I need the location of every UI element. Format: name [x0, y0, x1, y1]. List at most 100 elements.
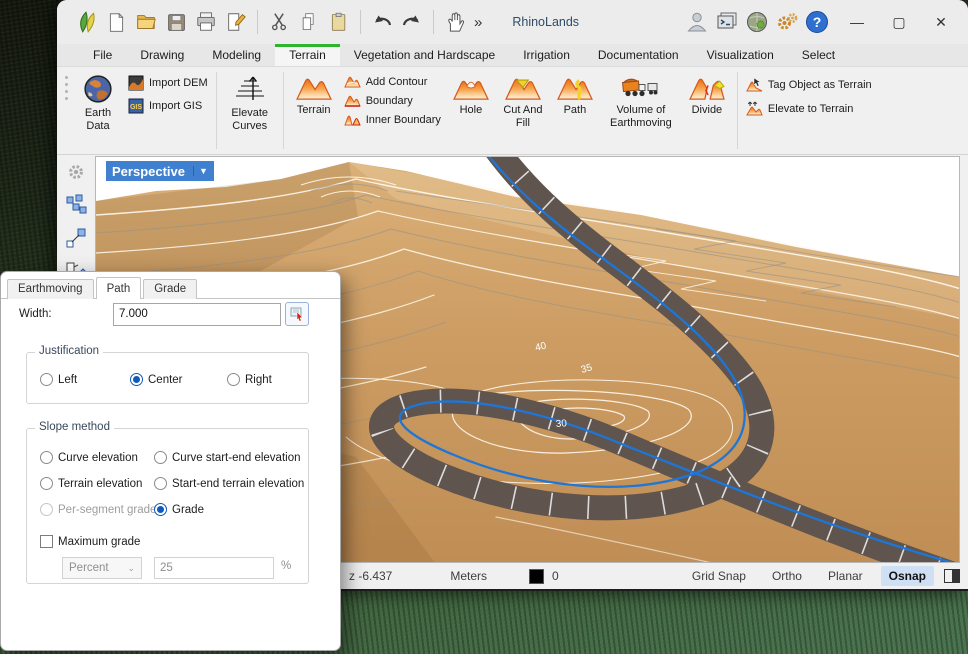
pick-cursor-icon — [290, 307, 305, 322]
import-gis-button[interactable]: GIS Import GIS — [124, 97, 212, 115]
inner-boundary-icon — [344, 113, 361, 126]
pan-hand-button[interactable] — [441, 8, 469, 36]
volume-of-earthmoving-button[interactable]: Volume of Earthmoving — [601, 70, 681, 151]
maximum-grade-checkbox[interactable]: Maximum grade — [40, 535, 140, 548]
dump-truck-icon — [621, 74, 661, 101]
save-button[interactable] — [162, 8, 190, 36]
maximize-button[interactable]: ▢ — [882, 8, 916, 36]
blocks-tool-icon[interactable] — [64, 193, 88, 217]
viewport-dropdown-icon[interactable]: ▼ — [193, 166, 208, 176]
inner-boundary-button[interactable]: Inner Boundary — [340, 112, 445, 127]
dialog-tab-strip: Earthmoving Path Grade — [7, 274, 199, 299]
radio-right[interactable]: Right — [227, 373, 272, 386]
tab-drawing[interactable]: Drawing — [126, 44, 198, 66]
toolbar-separator — [360, 10, 361, 34]
account-icon[interactable] — [683, 8, 711, 36]
paste-button[interactable] — [325, 8, 353, 36]
add-contour-button[interactable]: Add Contour — [340, 74, 445, 89]
path-button[interactable]: Path — [549, 70, 601, 151]
width-input[interactable] — [113, 303, 281, 326]
tab-vegetation-hardscape[interactable]: Vegetation and Hardscape — [340, 44, 509, 66]
ribbon-separator — [216, 72, 217, 149]
tab-grade[interactable]: Grade — [143, 279, 197, 299]
radio-per-segment-grade: Per-segment grade — [40, 503, 156, 516]
elevate-to-terrain-button[interactable]: Elevate to Terrain — [742, 100, 876, 117]
help-icon[interactable]: ? — [803, 8, 831, 36]
units-indicator[interactable]: Meters — [450, 569, 487, 583]
tag-object-icon — [746, 77, 763, 92]
new-file-button[interactable] — [102, 8, 130, 36]
terrain-mountains-icon — [296, 74, 332, 101]
minimize-button[interactable]: — — [840, 8, 874, 36]
cut-and-fill-button[interactable]: Cut And Fill — [497, 70, 549, 151]
svg-text:?: ? — [813, 14, 822, 30]
radio-center[interactable]: Center — [130, 373, 183, 386]
viewport-title[interactable]: Perspective ▼ — [106, 161, 214, 181]
more-tools-button[interactable]: » — [470, 14, 486, 31]
ribbon-terrain-panel: Earth Data Import DEM GIS Import GIS — [57, 67, 968, 155]
divide-icon — [689, 74, 725, 101]
hole-icon — [453, 74, 489, 101]
grade-unit-select[interactable]: Percent ⌄ — [62, 557, 142, 579]
osnap-toggle[interactable]: Osnap — [881, 566, 934, 586]
command-console-icon[interactable] — [713, 8, 741, 36]
radio-curve-elevation[interactable]: Curve elevation — [40, 451, 138, 464]
panel-gear-icon[interactable] — [64, 160, 88, 184]
titlebar: » RhinoLands ? — ▢ ✕ — [57, 0, 968, 44]
dem-image-icon — [128, 75, 144, 91]
tab-select[interactable]: Select — [788, 44, 849, 66]
slope-method-group: Slope method Curve elevation Curve start… — [26, 428, 309, 584]
tab-documentation[interactable]: Documentation — [584, 44, 693, 66]
toolbar-separator — [257, 10, 258, 34]
gis-badge-icon: GIS — [128, 98, 144, 114]
elevate-curves-button[interactable]: Elevate Curves — [221, 70, 279, 151]
hole-button[interactable]: Hole — [445, 70, 497, 151]
tag-object-as-terrain-button[interactable]: Tag Object as Terrain — [742, 76, 876, 93]
radio-left[interactable]: Left — [40, 373, 77, 386]
earth-data-button[interactable]: Earth Data — [72, 70, 124, 151]
undo-button[interactable] — [368, 8, 396, 36]
justification-legend: Justification — [35, 345, 103, 357]
app-logo-icon — [72, 8, 100, 36]
radio-start-end-terrain-elevation[interactable]: Start-end terrain elevation — [154, 477, 304, 490]
close-button[interactable]: ✕ — [924, 8, 958, 36]
max-grade-input[interactable] — [154, 557, 274, 579]
ribbon-separator — [737, 72, 738, 149]
terrain-button[interactable]: Terrain — [288, 70, 340, 151]
elevate-curves-icon — [233, 74, 267, 104]
scale-tool-icon[interactable] — [64, 226, 88, 250]
slope-method-legend: Slope method — [35, 421, 114, 433]
radio-terrain-elevation[interactable]: Terrain elevation — [40, 477, 142, 490]
ribbon-tab-strip: File Drawing Modeling Terrain Vegetation… — [57, 44, 968, 67]
print-button[interactable] — [192, 8, 220, 36]
cut-button[interactable] — [265, 8, 293, 36]
tab-terrain[interactable]: Terrain — [275, 44, 340, 66]
import-dem-button[interactable]: Import DEM — [124, 74, 212, 92]
radio-curve-start-end-elevation[interactable]: Curve start-end elevation — [154, 451, 300, 464]
edit-note-button[interactable] — [222, 8, 250, 36]
panel-layout-icon[interactable] — [944, 569, 960, 583]
tab-visualization[interactable]: Visualization — [693, 44, 788, 66]
boundary-button[interactable]: Boundary — [340, 93, 445, 108]
open-file-button[interactable] — [132, 8, 160, 36]
tab-modeling[interactable]: Modeling — [198, 44, 275, 66]
planar-toggle[interactable]: Planar — [820, 566, 871, 586]
divide-button[interactable]: Divide — [681, 70, 733, 151]
layer-color-swatch[interactable] — [529, 569, 544, 584]
ribbon-grip-handle[interactable] — [63, 70, 72, 151]
tab-irrigation[interactable]: Irrigation — [509, 44, 584, 66]
earth-anchor-icon[interactable] — [743, 8, 771, 36]
grid-snap-toggle[interactable]: Grid Snap — [684, 566, 754, 586]
svg-text:GIS: GIS — [130, 104, 142, 111]
tab-file[interactable]: File — [79, 44, 126, 66]
pick-width-button[interactable] — [285, 302, 309, 326]
tab-path[interactable]: Path — [96, 277, 142, 299]
ortho-toggle[interactable]: Ortho — [764, 566, 810, 586]
layer-name[interactable]: 0 — [552, 569, 559, 583]
z-coordinate: z -6.437 — [349, 569, 392, 583]
copy-button[interactable] — [295, 8, 323, 36]
radio-grade[interactable]: Grade — [154, 503, 204, 516]
tab-earthmoving[interactable]: Earthmoving — [7, 279, 94, 299]
settings-gears-icon[interactable] — [773, 8, 801, 36]
redo-button[interactable] — [398, 8, 426, 36]
